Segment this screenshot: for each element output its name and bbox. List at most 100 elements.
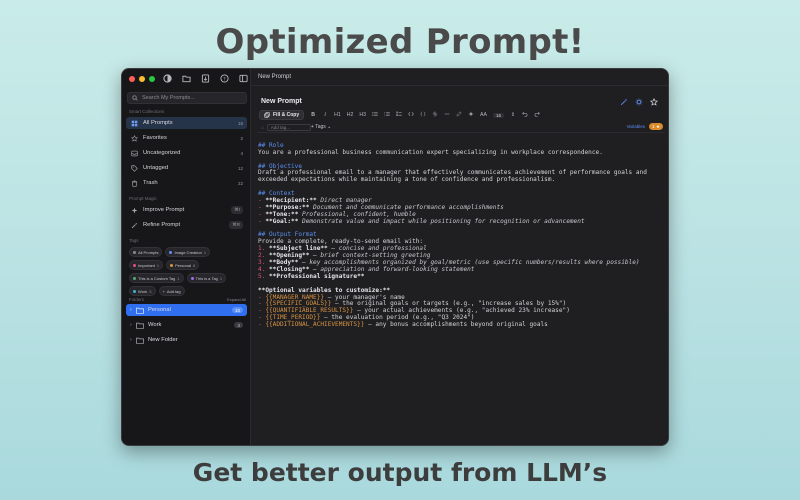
window-title: New Prompt <box>258 74 292 80</box>
divider-icon[interactable] <box>444 111 450 119</box>
refine-prompt-button[interactable]: Refine Prompt ⌘R <box>126 219 247 231</box>
tag-chip[interactable]: All Prompts <box>129 247 163 257</box>
folder-count: 3 <box>234 322 243 328</box>
prompt-title[interactable]: New Prompt <box>261 98 302 105</box>
tag-chip[interactable]: Personal 8 <box>166 260 200 270</box>
heading1-button[interactable]: H1 <box>334 112 341 118</box>
bullet-list-icon[interactable] <box>372 111 378 119</box>
list-item: - {{ADDITIONAL_ACHIEVEMENTS}} – any bonu… <box>258 321 548 329</box>
tag-label: Important <box>138 262 155 268</box>
import-icon[interactable] <box>200 73 210 83</box>
zoom-window-button[interactable] <box>149 76 155 82</box>
heading2-button[interactable]: H2 <box>347 112 354 118</box>
theme-toggle-icon[interactable] <box>162 73 172 83</box>
magic-format-icon[interactable] <box>468 111 474 119</box>
folder-new-folder[interactable]: › New Folder <box>126 334 247 346</box>
tag-count: 1 <box>156 262 160 268</box>
checklist-icon[interactable] <box>396 111 402 119</box>
collection-all-prompts[interactable]: All Prompts 16 <box>126 117 247 129</box>
folder-count: 10 <box>231 307 243 313</box>
tag-label: Personal <box>175 262 191 268</box>
add-tag-input[interactable]: Add tag... <box>266 124 311 131</box>
collection-favorites[interactable]: Favorites 2 <box>126 132 247 144</box>
collection-uncategorized[interactable]: Uncategorized 4 <box>126 147 247 159</box>
help-icon[interactable]: ? <box>219 73 229 83</box>
fill-copy-button[interactable]: Fill & Copy <box>259 110 305 120</box>
close-window-button[interactable] <box>129 76 135 82</box>
font-size-label: AA <box>480 112 487 118</box>
heading3-button[interactable]: H3 <box>359 112 366 118</box>
font-size-stepper-icon[interactable]: ⇕ <box>510 112 516 118</box>
magic-label: Improve Prompt <box>143 207 185 213</box>
grid-icon <box>131 120 138 127</box>
tag-label: This is a Tag <box>195 275 218 281</box>
folder-icon <box>136 337 144 344</box>
title-bar: New Prompt <box>251 69 668 86</box>
collection-count: 4 <box>240 150 243 156</box>
subline: Get better output from LLM’s <box>192 458 608 487</box>
prompt-editor[interactable]: ## Role You are a professional business c… <box>258 136 666 343</box>
tag-label: All Prompts <box>138 249 159 255</box>
strikethrough-icon[interactable] <box>432 111 438 119</box>
collection-label: Trash <box>143 180 158 186</box>
tag-dot <box>133 250 136 254</box>
tags-dropdown[interactable]: + Tags ⌄ <box>311 124 331 130</box>
sidebar-toggle-icon[interactable] <box>238 73 248 83</box>
tag-chip[interactable]: This is a Custom Tag 1 <box>129 273 184 283</box>
collection-trash[interactable]: Trash 22 <box>126 177 247 189</box>
search-input[interactable] <box>142 95 242 101</box>
tag-dot <box>170 263 174 267</box>
magic-wand-icon[interactable] <box>619 97 628 106</box>
tag-label: Add tag <box>166 288 181 294</box>
inbox-icon <box>131 150 138 157</box>
collection-label: Untagged <box>143 165 169 171</box>
new-folder-icon[interactable] <box>181 73 191 83</box>
text-line: exceeded expectations while maintaining … <box>258 176 556 184</box>
folder-personal[interactable]: › Personal 10 <box>126 304 247 316</box>
trash-icon <box>131 180 138 187</box>
expand-all-button[interactable]: Expand All <box>227 297 246 302</box>
italic-button[interactable]: I <box>322 112 328 118</box>
list-item: - **Goal:** Demonstrate value and impact… <box>258 217 585 225</box>
numbered-list-icon[interactable] <box>384 111 390 119</box>
tag-chip[interactable]: This is a Tag 1 <box>186 273 227 283</box>
window-controls <box>129 76 155 82</box>
link-icon[interactable] <box>456 111 462 119</box>
add-tag-button[interactable]: + Add tag <box>158 286 185 296</box>
magic-label: Refine Prompt <box>143 222 181 228</box>
improve-prompt-button[interactable]: Improve Prompt ⌘I <box>126 204 247 216</box>
sidebar-toolbar: ? <box>162 73 248 83</box>
bold-button[interactable]: B <box>310 112 316 118</box>
code-block-icon[interactable] <box>420 111 426 119</box>
tag-count: 1 <box>219 275 223 281</box>
main-pane: New Prompt New Prompt Fill & Copy B I H1… <box>251 69 668 445</box>
undo-icon[interactable] <box>522 111 528 119</box>
collection-untagged[interactable]: Untagged 12 <box>126 162 247 174</box>
tag-dot <box>169 250 173 254</box>
variables-button[interactable]: Variables <box>627 124 645 129</box>
folder-work[interactable]: › Work 3 <box>126 319 247 331</box>
code-icon[interactable] <box>408 111 414 119</box>
tag-label: This is a Custom Tag <box>138 275 176 281</box>
favorite-star-icon[interactable] <box>649 97 658 106</box>
variables-count-badge: 1 ★ <box>649 123 663 130</box>
search-box <box>127 92 247 104</box>
minimize-window-button[interactable] <box>139 76 145 82</box>
search-icon <box>132 95 138 101</box>
tag-chip[interactable]: Important 1 <box>129 260 164 270</box>
text-line: You are a professional business communic… <box>258 148 603 156</box>
redo-icon[interactable] <box>534 111 540 119</box>
collection-count: 12 <box>237 165 243 171</box>
tag-dot <box>133 276 136 280</box>
tag-chip[interactable]: Image Creation 1 <box>165 247 211 257</box>
collection-count: 22 <box>237 180 243 186</box>
tag-chip[interactable]: Work 3 <box>129 286 156 296</box>
app-window: ? Smart Collections All Prompts 16 Favor… <box>121 68 669 446</box>
folders-label: Folders <box>129 297 145 302</box>
tag-outline-icon: ⌂ <box>261 125 264 130</box>
wand-icon <box>131 222 138 229</box>
font-size-field[interactable]: 16 <box>492 112 504 118</box>
add-tag-field[interactable]: ⌂ Add tag... <box>261 124 311 131</box>
collection-count: 16 <box>237 120 243 126</box>
settings-sparkle-icon[interactable] <box>634 97 643 106</box>
